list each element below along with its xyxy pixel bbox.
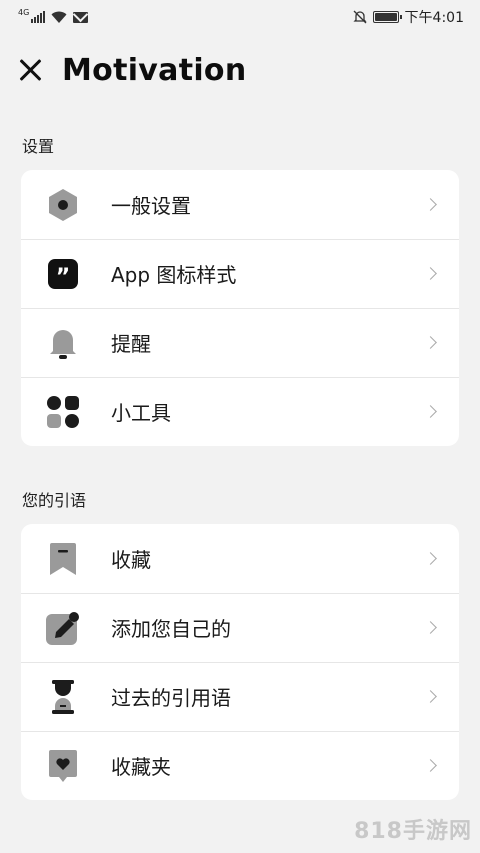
section-label-settings: 设置 [22,137,55,156]
battery-icon [372,11,402,23]
past-quotes-item[interactable]: 过去的引用语 [21,662,459,731]
edit-pencil-icon [46,611,80,645]
chevron-right-icon [424,552,437,565]
bell-icon [46,326,80,360]
heart-folder-icon [46,749,80,783]
bookmark-icon [46,542,80,576]
add-your-own-item[interactable]: 添加您自己的 [21,593,459,662]
svg-text:”: ” [56,265,70,289]
page-title: Motivation [62,52,247,88]
favorites-folder-item[interactable]: 收藏夹 [21,731,459,800]
watermark: 818手游网 [354,819,472,844]
chevron-right-icon [424,405,437,418]
chevron-right-icon [424,690,437,703]
wifi-icon [51,11,67,23]
item-label: 收藏 [111,548,151,572]
chevron-right-icon [424,336,437,349]
chevron-right-icon [424,621,437,634]
widgets-icon [46,395,80,429]
section-label-your-quotes: 您的引语 [22,491,87,510]
status-bar: 4G 下午4:01 [0,0,480,34]
item-label: 提醒 [111,332,151,356]
header: Motivation [0,44,480,96]
item-label: 添加您自己的 [111,617,231,641]
item-label: 小工具 [111,401,171,425]
settings-hex-icon [46,188,80,222]
chevron-right-icon [424,198,437,211]
clock: 下午4:01 [404,10,464,26]
reminders-item[interactable]: 提醒 [21,308,459,377]
close-icon[interactable] [17,56,45,84]
widgets-item[interactable]: 小工具 [21,377,459,446]
network-type: 4G [18,7,30,17]
app-icon-style-item[interactable]: ” App 图标样式 [21,239,459,308]
item-label: 收藏夹 [111,755,171,779]
chevron-right-icon [424,267,437,280]
hourglass-icon [46,679,80,714]
quotes-card: 收藏 添加您自己的 过去的引用语 收藏夹 [21,524,459,800]
item-label: 一般设置 [111,194,191,218]
item-label: App 图标样式 [111,263,237,287]
favorites-item[interactable]: 收藏 [21,524,459,593]
general-settings-item[interactable]: 一般设置 [21,170,459,239]
signal-icon [31,11,46,23]
mail-icon [73,11,89,23]
settings-card: 一般设置 ” App 图标样式 提醒 小工具 [21,170,459,446]
quote-app-icon: ” [46,257,80,291]
item-label: 过去的引用语 [111,686,231,710]
chevron-right-icon [424,759,437,772]
bell-off-icon [352,10,367,24]
